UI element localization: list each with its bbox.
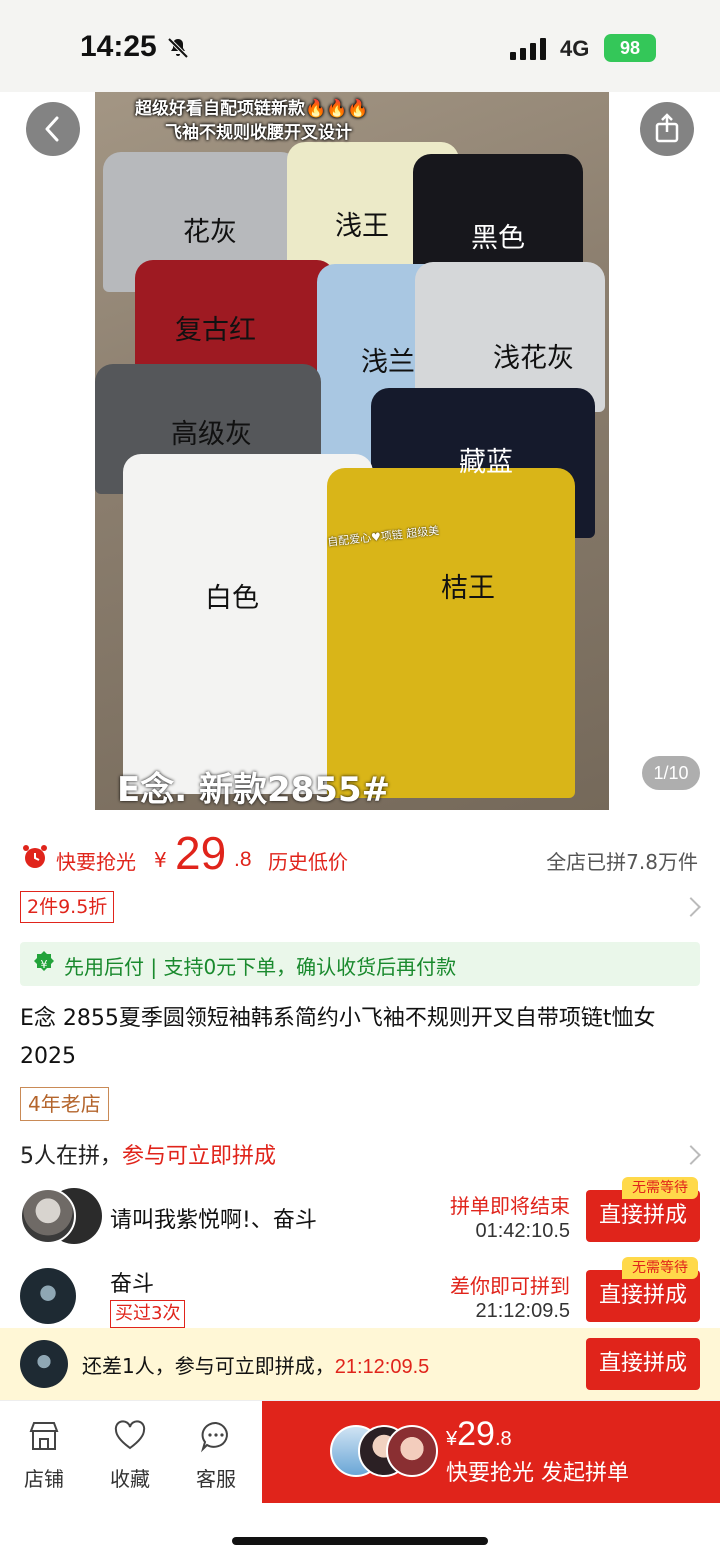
network-type: 4G (560, 36, 590, 61)
group-timer: 01:42:10.5 (475, 1220, 570, 1242)
signal-icon (510, 38, 546, 60)
heart-icon (114, 1420, 146, 1450)
shirt-yellow (327, 468, 575, 798)
price-decimal: .8 (234, 848, 252, 871)
share-button[interactable] (640, 102, 694, 156)
shop-tab[interactable]: 店铺 (14, 1419, 74, 1499)
photo-brand: E念. 新款2855# (117, 770, 391, 810)
user-name: 奋斗 (110, 1272, 155, 1297)
avatar (20, 1340, 68, 1388)
app-screen: 14:25 4G 98 超级好看自配项链新款🔥🔥🔥 飞袖不规则收腰开叉设计 花灰… (0, 0, 720, 1560)
buyer-avatars (330, 1425, 438, 1477)
product-title: E念 2855夏季圆领短袖韩系简约小飞袖不规则开叉自带项链t恤女 2025 (20, 1006, 656, 1069)
avatar (20, 1268, 76, 1324)
image-counter: 1/10 (642, 756, 700, 790)
color-label: 藏蓝 (459, 447, 513, 478)
bought-times-badge: 买过3次 (110, 1300, 186, 1328)
mute-bell-icon (167, 37, 189, 59)
color-label: 桔王 (441, 573, 495, 604)
group-status: 差你即可拼到 (450, 1274, 570, 1298)
share-icon (655, 113, 679, 143)
product-gallery[interactable]: 超级好看自配项链新款🔥🔥🔥 飞袖不规则收腰开叉设计 花灰 浅王 黑色 复古红 浅… (0, 92, 720, 820)
avatar (386, 1425, 438, 1477)
sold-count: 全店已拼7.8万件 (546, 850, 698, 874)
sticky-join-button[interactable]: 直接拼成 (586, 1338, 700, 1390)
color-label: 浅兰 (361, 347, 415, 378)
alarm-clock-icon (23, 845, 47, 868)
pay-later-icon: ¥ (34, 951, 54, 971)
favorite-label: 收藏 (110, 1467, 150, 1491)
price-integer: 29 (175, 827, 227, 879)
no-wait-badge: 无需等待 (622, 1177, 698, 1199)
price-currency: ¥ (154, 848, 167, 872)
product-photo: 超级好看自配项链新款🔥🔥🔥 飞袖不规则收腰开叉设计 花灰 浅王 黑色 复古红 浅… (95, 92, 609, 810)
color-label: 花灰 (183, 217, 237, 248)
buy-price: ¥29.8 (446, 1415, 512, 1454)
color-label: 高级灰 (171, 419, 252, 450)
group-row: 请叫我紫悦啊!、奋斗 拼单即将结束 01:42:10.5 直接拼成 无需等待 (0, 1176, 720, 1252)
favorite-tab[interactable]: 收藏 (100, 1419, 160, 1499)
group-join-text: 参与可立即拼成 (122, 1144, 277, 1169)
group-timer: 21:12:09.5 (475, 1300, 570, 1322)
photo-title-line1: 超级好看自配项链新款🔥🔥🔥 (135, 99, 369, 119)
group-count: 5人在拼， (20, 1144, 122, 1169)
color-label: 白色 (205, 583, 259, 614)
service-label: 客服 (196, 1467, 236, 1491)
group-row: 奋斗 买过3次 差你即可拼到 21:12:09.5 直接拼成 无需等待 (0, 1256, 720, 1332)
price-row: 快要抢光 ¥ 29 .8 历史低价 全店已拼7.8万件 (20, 826, 710, 888)
bottom-bar: 店铺 收藏 客服 ¥29.8 快要抢光 发起拼单 (0, 1400, 720, 1560)
chevron-right-icon[interactable] (681, 1145, 701, 1165)
no-wait-badge: 无需等待 (622, 1257, 698, 1279)
status-time: 14:25 (80, 30, 157, 63)
pay-later-banner[interactable]: ¥ 先用后付 | 支持0元下单，确认收货后再付款 (20, 942, 700, 986)
back-button[interactable] (26, 102, 80, 156)
sticky-join-banner: 还差1人，参与可立即拼成，21:12:09.5 直接拼成 (0, 1328, 720, 1400)
status-bar: 14:25 4G 98 (0, 0, 720, 92)
history-low-label: 历史低价 (268, 850, 348, 874)
pay-later-text: 先用后付 | 支持0元下单，确认收货后再付款 (64, 955, 457, 979)
sticky-message: 还差1人，参与可立即拼成， (82, 1354, 335, 1378)
flash-sale-label: 快要抢光 (56, 850, 136, 874)
buy-label: 快要抢光 发起拼单 (446, 1461, 629, 1486)
avatar (20, 1188, 76, 1244)
chat-icon (200, 1421, 228, 1453)
sticky-timer: 21:12:09.5 (334, 1356, 430, 1378)
buy-price-currency: ¥ (446, 1428, 458, 1450)
start-group-buy-button[interactable]: ¥29.8 快要抢光 发起拼单 (262, 1401, 720, 1503)
group-buy-header: 5人在拼，参与可立即拼成 (20, 1138, 276, 1170)
color-label: 黑色 (471, 223, 525, 254)
battery-indicator: 98 (604, 34, 656, 62)
discount-tag[interactable]: 2件9.5折 (20, 891, 115, 923)
color-label: 浅王 (335, 211, 389, 242)
chevron-left-icon (45, 116, 59, 142)
color-label: 浅花灰 (493, 343, 574, 374)
photo-title-line2: 飞袖不规则收腰开叉设计 (165, 123, 352, 143)
service-tab[interactable]: 客服 (186, 1419, 246, 1499)
store-icon (29, 1422, 59, 1450)
shop-age-badge: 4年老店 (20, 1087, 109, 1121)
buy-price-integer: 29 (457, 1415, 495, 1453)
user-name: 请叫我紫悦啊!、奋斗 (110, 1208, 317, 1233)
shirt-black (413, 154, 583, 274)
svg-text:¥: ¥ (41, 958, 48, 971)
sticky-text: 还差1人，参与可立即拼成，21:12:09.5 (82, 1350, 429, 1379)
shop-label: 店铺 (24, 1467, 64, 1491)
group-status: 拼单即将结束 (450, 1194, 570, 1218)
chevron-right-icon[interactable] (681, 897, 701, 917)
home-indicator[interactable] (232, 1537, 488, 1545)
color-label: 复古红 (175, 315, 256, 346)
buy-price-decimal: .8 (494, 1428, 512, 1450)
